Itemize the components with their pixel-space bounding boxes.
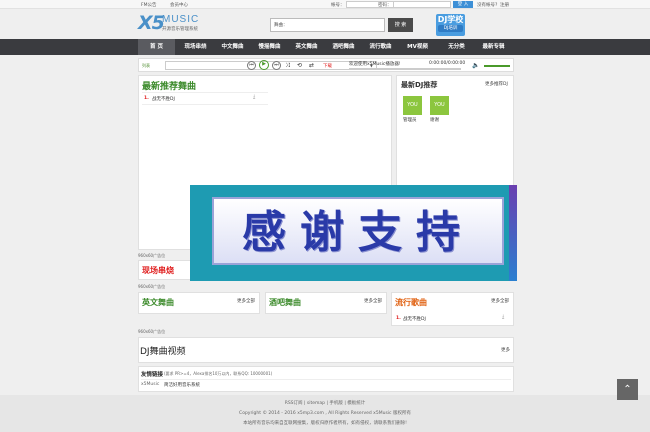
logo-music: MUSIC <box>162 14 200 25</box>
dj-school-title: DJ学校 <box>437 15 464 24</box>
back-to-top-button[interactable]: ⌃ <box>617 379 638 400</box>
pop-more-link[interactable]: 更多全部 <box>491 298 509 304</box>
nav-slow[interactable]: 慢摇舞曲 <box>251 39 288 55</box>
volume-icon[interactable]: 🔈 <box>472 62 479 69</box>
friend-links-note: (要求 PR>=4，Alexa排名10万以内，联系QQ: 10000001) <box>164 371 273 376</box>
play-icon[interactable]: ▶ <box>259 60 269 70</box>
nav-live[interactable]: 现场串烧 <box>177 39 214 55</box>
repeat-icon[interactable]: ⟲ <box>297 62 302 69</box>
friend-link[interactable]: x5Music <box>141 382 159 387</box>
live-title: 现场串烧 <box>142 266 174 275</box>
download-icon[interactable]: ⤓ <box>253 94 255 100</box>
dj-school-sub: DJ培训 <box>438 25 463 32</box>
friend-link-desc: 简洁好用音乐系统 <box>164 383 200 388</box>
site-logo[interactable]: X5 MUSIC 开源音乐管理系统 <box>138 12 218 36</box>
member-center-link[interactable]: 会员中心 <box>170 2 188 8</box>
main-nav: 首 页 现场串烧 中文舞曲 慢摇舞曲 英文舞曲 酒吧舞曲 流行歌曲 MV视频 无… <box>0 39 650 55</box>
download-button[interactable]: 下载 <box>323 63 332 69</box>
video-title: DJ舞曲视频 <box>140 347 186 357</box>
list-item-title[interactable]: 战无不胜DJ <box>403 316 426 322</box>
progress-bar[interactable] <box>349 68 461 70</box>
shuffle-icon[interactable]: ⤨ <box>285 62 290 70</box>
password-label: 密码： <box>378 3 392 8</box>
thanks-support-banner: 感谢支持 <box>190 185 517 281</box>
pop-title: 流行歌曲 <box>395 298 427 307</box>
login-button[interactable]: 登 入 <box>453 1 473 8</box>
volume-slider[interactable] <box>484 65 510 67</box>
english-panel: 英文舞曲 更多全部 <box>138 292 260 314</box>
chevron-up-icon: ⌃ <box>623 384 632 395</box>
ad-slot-label: 960x60广告位 <box>138 284 166 289</box>
bar-panel: 酒吧舞曲 更多全部 <box>265 292 387 314</box>
password-input[interactable] <box>393 1 451 8</box>
account-label: 帐号： <box>331 3 345 8</box>
english-more-link[interactable]: 更多全部 <box>237 298 255 304</box>
banner-text: 感谢支持 <box>242 207 474 258</box>
list-item-number: 1. <box>144 96 149 101</box>
bar-title: 酒吧舞曲 <box>269 298 301 307</box>
download-icon[interactable]: ⤓ <box>502 314 504 320</box>
prev-icon[interactable]: ⏮ <box>247 61 256 70</box>
nav-albums[interactable]: 最新专辑 <box>475 39 512 55</box>
dj-school-badge[interactable]: DJ学校 DJ培训 <box>436 14 465 36</box>
playlist-select[interactable]: ▼ <box>165 61 377 70</box>
nav-uncategorized[interactable]: 无分类 <box>438 39 475 55</box>
nav-chinese[interactable]: 中文舞曲 <box>214 39 251 55</box>
nav-english[interactable]: 英文舞曲 <box>288 39 325 55</box>
nav-bar[interactable]: 酒吧舞曲 <box>325 39 362 55</box>
video-panel: DJ舞曲视频 更多 <box>138 337 514 363</box>
banner-inner: 感谢支持 <box>212 197 504 265</box>
top-bar: FM公告 会员中心 帐号： 密码： 登 入 没有帐号? 注册 <box>0 0 650 9</box>
pop-panel: 流行歌曲 更多全部 1. 战无不胜DJ ⤓ <box>391 292 514 326</box>
footer-links[interactable]: RSS订阅 | sitemap | 手机版 | 模板统计 <box>0 400 650 406</box>
loop-icon[interactable]: ⇄ <box>309 62 314 69</box>
avatar[interactable]: YOU <box>430 96 449 115</box>
ad-slot-label: 960x60广告位 <box>138 329 166 334</box>
player-status: 欢迎使用x5Music播放器! <box>349 62 401 67</box>
search-label: 舞曲： <box>274 23 288 28</box>
player-time: 0:00:00/0:00:00 <box>429 61 466 66</box>
dj-recommend-title: 最新DJ推荐 <box>401 81 438 89</box>
english-title: 英文舞曲 <box>142 298 174 307</box>
dj-user-name[interactable]: 管理员 <box>403 117 417 123</box>
register-link[interactable]: 注册 <box>500 2 509 8</box>
search-button[interactable]: 搜 索 <box>388 18 413 32</box>
footer: RSS订阅 | sitemap | 手机版 | 模板统计 Copyright ©… <box>0 395 650 432</box>
nav-mv[interactable]: MV视频 <box>399 39 436 55</box>
no-account-text: 没有帐号? <box>477 3 498 8</box>
list-item-number: 1. <box>396 316 401 321</box>
nav-pop[interactable]: 流行歌曲 <box>362 39 399 55</box>
list-item-title[interactable]: 战无不胜DJ <box>152 96 175 102</box>
video-more-link[interactable]: 更多 <box>501 347 510 353</box>
ad-slot-label: 960x60广告位 <box>138 253 166 258</box>
nav-home[interactable]: 首 页 <box>138 39 175 55</box>
announce-link[interactable]: FM公告 <box>141 2 156 8</box>
latest-title: 最新推荐舞曲 <box>142 82 197 92</box>
copyright: Copyright © 2014 - 2016 x5mp3.com , All … <box>239 411 411 416</box>
avatar[interactable]: YOU <box>403 96 422 115</box>
disclaimer: 本站所有音乐均来自互联网搜集，版权归原作者所有，如有侵权，请联系我们删除! <box>243 421 407 426</box>
next-icon[interactable]: ⏭ <box>272 61 281 70</box>
music-player: 列表 ▼ ⏮ ▶ ⏭ ⤨ ⟲ ⇄ 下载 欢迎使用x5Music播放器! 0:00… <box>138 58 514 72</box>
search-input[interactable]: 舞曲： <box>270 18 385 32</box>
more-dj-link[interactable]: 更多推荐DJ <box>485 81 508 87</box>
bar-more-link[interactable]: 更多全部 <box>364 298 382 304</box>
logo-x5: X5 <box>138 12 165 34</box>
friend-links-title: 友情链接 <box>141 372 164 378</box>
friend-links-panel: 友情链接 (要求 PR>=4，Alexa排名10万以内，联系QQ: 100000… <box>138 366 514 392</box>
playlist-label[interactable]: 列表 <box>142 63 150 69</box>
logo-subtitle: 开源音乐管理系统 <box>162 27 198 32</box>
dj-user-name[interactable]: 谢谢 <box>430 117 439 123</box>
